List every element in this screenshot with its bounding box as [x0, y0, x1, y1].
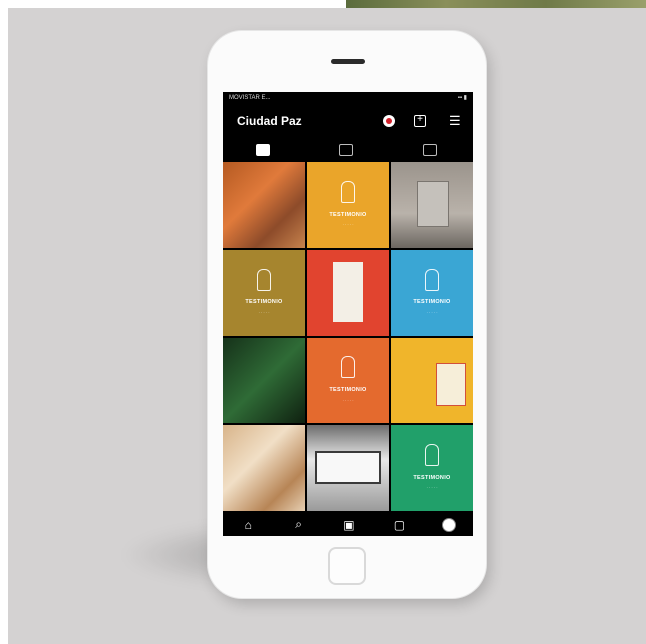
- brand-logo-icon: [425, 268, 439, 291]
- brand-subtext: · · · · ·: [342, 397, 354, 403]
- bottom-nav: ⌂ ⌕ ▣ ▢: [223, 513, 473, 536]
- record-icon[interactable]: [383, 115, 395, 127]
- phone-mockup: MOVISTAR E... ▪▪ ▮ Ciudad Paz + ☰ TESTIM…: [208, 31, 486, 598]
- tab-tagged[interactable]: [423, 144, 437, 156]
- profile-header: Ciudad Paz + ☰: [223, 104, 473, 140]
- menu-icon[interactable]: ☰: [449, 113, 461, 129]
- post-tile[interactable]: [307, 425, 389, 511]
- brand-text: TESTIMONIO: [413, 474, 451, 481]
- status-carrier: MOVISTAR E...: [229, 95, 271, 101]
- search-icon[interactable]: ⌕: [291, 517, 307, 532]
- post-tile[interactable]: [223, 337, 305, 424]
- brand-logo-icon: [341, 180, 355, 203]
- profile-title: Ciudad Paz: [237, 114, 302, 128]
- post-tile[interactable]: [307, 249, 389, 336]
- brand-subtext: · · · · ·: [426, 485, 438, 491]
- tab-reels[interactable]: [339, 144, 353, 156]
- status-bar: MOVISTAR E... ▪▪ ▮: [223, 92, 473, 104]
- post-tile[interactable]: TESTIMONIO · · · · ·: [223, 249, 305, 336]
- post-grid: TESTIMONIO · · · · · TESTIMONIO · · · · · TE…: [223, 162, 473, 511]
- post-tile[interactable]: TESTIMONIO · · · · ·: [391, 425, 473, 511]
- brand-subtext: · · · · ·: [342, 222, 354, 228]
- post-tile[interactable]: TESTIMONIO · · · · ·: [307, 337, 389, 424]
- brand-logo-icon: [425, 444, 439, 467]
- phone-speaker: [331, 59, 365, 64]
- add-post-icon[interactable]: +: [414, 115, 426, 127]
- brand-logo-icon: [257, 268, 271, 291]
- post-tile[interactable]: TESTIMONIO · · · · ·: [307, 162, 389, 248]
- tab-grid[interactable]: [256, 144, 270, 156]
- post-tile[interactable]: [391, 162, 473, 248]
- shop-icon[interactable]: ▢: [391, 518, 407, 532]
- profile-tabs: [223, 140, 473, 162]
- profile-avatar[interactable]: [441, 517, 456, 532]
- brand-subtext: · · · · ·: [258, 309, 270, 315]
- corner-photo-strip: [346, 0, 646, 8]
- reels-icon[interactable]: ▣: [341, 518, 357, 532]
- post-tile[interactable]: [391, 337, 473, 424]
- brand-logo-icon: [341, 356, 355, 379]
- post-tile[interactable]: [223, 162, 305, 248]
- post-tile[interactable]: TESTIMONIO · · · · ·: [391, 249, 473, 336]
- brand-text: TESTIMONIO: [413, 299, 451, 306]
- brand-text: TESTIMONIO: [329, 211, 367, 218]
- post-tile[interactable]: [223, 425, 305, 511]
- brand-text: TESTIMONIO: [329, 387, 367, 394]
- home-icon[interactable]: ⌂: [240, 518, 256, 532]
- status-indicators: ▪▪ ▮: [457, 95, 467, 101]
- brand-text: TESTIMONIO: [245, 299, 283, 306]
- phone-screen: MOVISTAR E... ▪▪ ▮ Ciudad Paz + ☰ TESTIM…: [223, 92, 473, 536]
- home-button[interactable]: [328, 547, 366, 585]
- brand-subtext: · · · · ·: [426, 309, 438, 315]
